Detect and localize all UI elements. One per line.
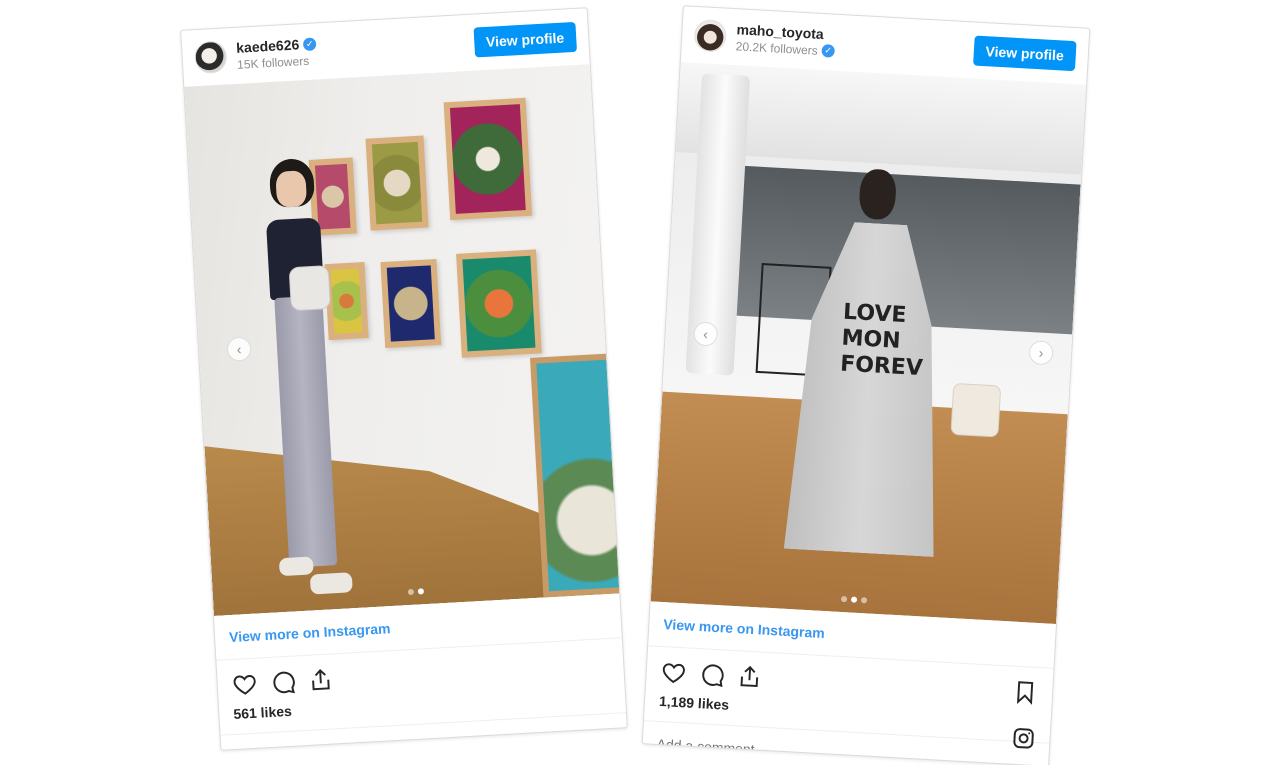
painting: [443, 97, 533, 221]
coat-print-text: LOVE MON FOREV: [839, 300, 926, 382]
username[interactable]: kaede626: [236, 36, 300, 55]
share-icon[interactable]: [307, 666, 334, 693]
share-icon[interactable]: [736, 663, 763, 690]
instagram-embed-card: kaede626 ✓ 15K followers View profile ‹: [180, 7, 628, 751]
username-row: kaede626 ✓: [236, 35, 317, 56]
avatar[interactable]: [693, 18, 728, 53]
heart-icon[interactable]: [660, 659, 687, 686]
view-profile-button[interactable]: View profile: [473, 21, 578, 58]
painting: [456, 249, 542, 358]
account-info: maho_toyota 20.2K followers ✓: [735, 21, 836, 58]
follower-count: 20.2K followers: [735, 39, 819, 58]
comment-icon[interactable]: [269, 669, 296, 696]
account-info: kaede626 ✓ 15K followers: [236, 35, 318, 72]
heart-icon[interactable]: [231, 671, 258, 698]
carousel-dot: [407, 588, 415, 596]
post-image[interactable]: ‹: [184, 64, 620, 616]
photo-handbag: [950, 382, 1002, 438]
coat-word: FOREV: [839, 351, 924, 382]
follower-count: 15K followers: [236, 53, 310, 72]
carousel-dot: [860, 597, 868, 604]
verified-badge-icon: ✓: [302, 36, 317, 51]
carousel-dot: [840, 595, 848, 603]
painting: [380, 259, 442, 348]
carousel-dot-active: [850, 596, 858, 603]
carousel-dot-active: [417, 588, 425, 595]
painting: [365, 135, 429, 231]
post-image[interactable]: LOVE MON FOREV ‹ ›: [650, 62, 1087, 624]
comment-icon[interactable]: [698, 661, 725, 688]
bookmark-icon[interactable]: [1011, 679, 1038, 706]
instagram-embed-card: maho_toyota 20.2K followers ✓ View profi…: [641, 5, 1091, 765]
view-profile-button[interactable]: View profile: [972, 35, 1077, 72]
avatar[interactable]: [193, 40, 228, 75]
verified-badge-icon: ✓: [821, 43, 836, 58]
instagram-logo-icon[interactable]: [1011, 726, 1036, 751]
painting: [530, 352, 620, 598]
